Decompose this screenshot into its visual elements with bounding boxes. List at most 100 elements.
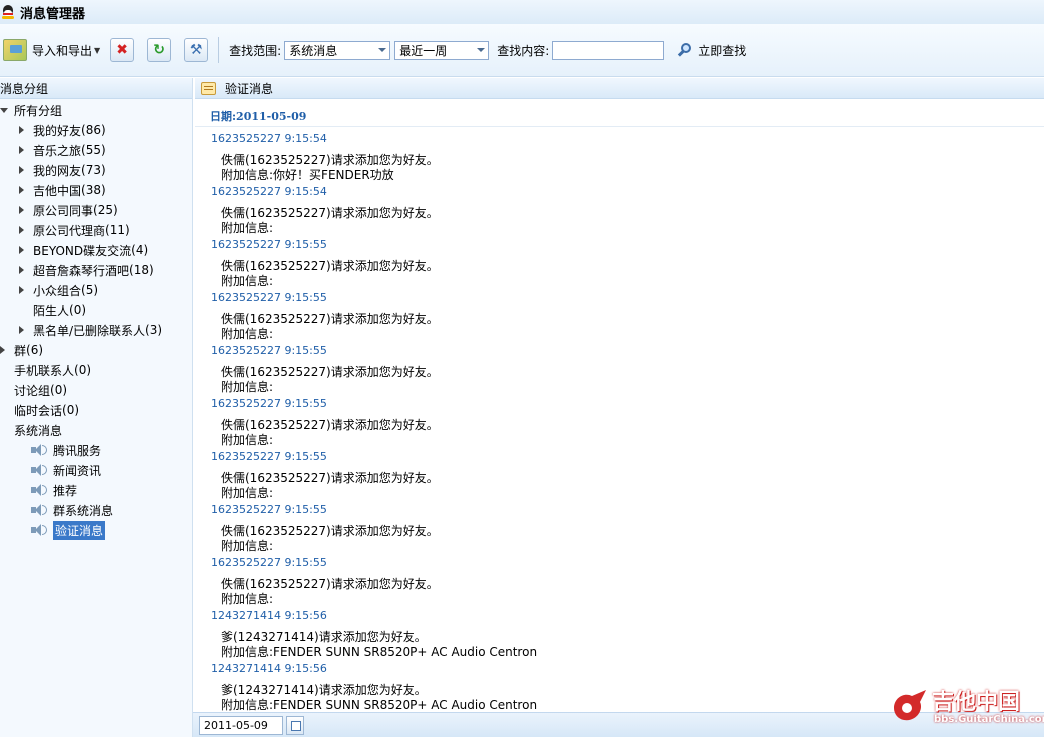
tree-discussion-groups[interactable]: 讨论组 (0) xyxy=(14,380,67,400)
speaker-icon xyxy=(31,523,48,537)
message-header: 1623525227 9:15:54 xyxy=(211,132,327,145)
title-bar: 消息管理器 xyxy=(0,0,1044,24)
window-title: 消息管理器 xyxy=(20,6,86,22)
scope-value: 系统消息 xyxy=(289,43,338,58)
message-header: 1243271414 9:15:56 xyxy=(211,662,327,675)
message-item: 1623525227 9:15:54 佚儒(1623525227)请求添加您为好友… xyxy=(195,180,1044,235)
tree-label: 所有分组 xyxy=(14,103,63,118)
group-label: 音乐之旅 xyxy=(33,143,82,158)
refresh-icon: ↻ xyxy=(153,42,166,58)
group-count: (5) xyxy=(81,283,99,297)
tree-temp-sessions[interactable]: 临时会话 (0) xyxy=(14,400,79,420)
group-item[interactable]: 原公司代理商 (11) xyxy=(19,220,130,240)
tree-system-messages[interactable]: 系统消息 xyxy=(14,420,62,440)
group-label: 我的好友 xyxy=(33,123,82,138)
group-label: 小众组合 xyxy=(33,283,82,298)
group-count: (11) xyxy=(105,223,130,237)
system-item-label: 群系统消息 xyxy=(53,503,114,518)
message-item: 1623525227 9:15:55 佚儒(1623525227)请求添加您为好友… xyxy=(195,551,1044,606)
speaker-icon xyxy=(31,463,48,477)
message-icon xyxy=(201,81,216,95)
delete-button[interactable]: ✖ xyxy=(110,38,135,62)
system-item-recommend[interactable]: 推荐 xyxy=(31,480,77,500)
search-content-input[interactable] xyxy=(552,40,665,60)
expand-arrow-icon xyxy=(19,286,24,294)
group-count: (0) xyxy=(69,303,87,317)
tree-count: (0) xyxy=(62,403,80,417)
group-item[interactable]: 吉他中国 (38) xyxy=(19,180,106,200)
group-item[interactable]: 小众组合 (5) xyxy=(19,280,98,300)
system-item-verification[interactable]: 验证消息 xyxy=(31,520,106,540)
tree-count: (6) xyxy=(26,343,44,357)
system-item-tencent[interactable]: 腾讯服务 xyxy=(31,440,101,460)
tree-groups-item[interactable]: 群 (6) xyxy=(0,340,43,360)
clean-button[interactable]: ⚒ xyxy=(184,38,209,62)
message-extra: 附加信息:FENDER SUNN SR8520P+ AC Audio Centr… xyxy=(221,698,538,712)
group-label: 原公司同事 xyxy=(33,203,94,218)
sidebar: 消息分组 所有分组 我的好友 (86) 音乐之旅 (55) 我的网友 (73) 吉他中… xyxy=(0,78,193,737)
tree-count: (0) xyxy=(74,363,92,377)
group-item[interactable]: 陌生人 (0) xyxy=(33,300,86,320)
message-header: 1623525227 9:15:55 xyxy=(211,344,327,357)
watermark-url: bbs.GuitarChina.com xyxy=(934,714,1044,725)
group-label: 我的网友 xyxy=(33,163,82,178)
group-count: (25) xyxy=(93,203,118,217)
scope-select[interactable]: 系统消息 xyxy=(284,40,391,60)
import-export-icon xyxy=(3,39,27,61)
search-button[interactable]: 立即查找 xyxy=(678,42,746,59)
expand-arrow-icon xyxy=(19,186,24,194)
group-item[interactable]: 音乐之旅 (55) xyxy=(19,140,106,160)
message-item: 1623525227 9:15:55 佚儒(1623525227)请求添加您为好友… xyxy=(195,392,1044,447)
group-count: (86) xyxy=(81,123,106,137)
group-label: 陌生人 xyxy=(33,303,70,318)
message-item: 1623525227 9:15:55 佚儒(1623525227)请求添加您为好友… xyxy=(195,339,1044,394)
guitar-logo-icon xyxy=(894,690,926,721)
calendar-button[interactable] xyxy=(286,715,304,735)
tree-label: 手机联系人 xyxy=(14,363,75,378)
group-item[interactable]: 我的好友 (86) xyxy=(19,120,106,140)
message-header: 1623525227 9:15:55 xyxy=(211,291,327,304)
tree-mobile-contacts[interactable]: 手机联系人 (0) xyxy=(14,360,91,380)
chevron-down-icon xyxy=(378,48,387,52)
group-item[interactable]: 超音詹森琴行酒吧 (18) xyxy=(19,260,154,280)
group-label: 黑名单/已删除联系人 xyxy=(33,323,146,338)
toolbar-divider xyxy=(218,37,220,63)
expand-arrow-icon xyxy=(19,326,24,334)
import-export-button[interactable]: 导入和导出 ▼ xyxy=(3,39,100,61)
watermark: 吉他中国 bbs.GuitarChina.com xyxy=(890,684,1044,732)
scope-label: 查找范围: xyxy=(229,43,282,58)
group-item[interactable]: BEYOND碟友交流 (4) xyxy=(19,240,148,260)
tree-label: 系统消息 xyxy=(14,423,63,438)
watermark-text: 吉他中国 xyxy=(932,690,1021,715)
collapse-arrow-icon xyxy=(0,107,8,113)
refresh-button[interactable]: ↻ xyxy=(147,38,172,62)
tree-label: 讨论组 xyxy=(14,383,51,398)
system-item-news[interactable]: 新闻资讯 xyxy=(31,460,101,480)
group-item[interactable]: 原公司同事 (25) xyxy=(19,200,118,220)
group-item[interactable]: 黑名单/已删除联系人 (3) xyxy=(19,320,162,340)
group-count: (18) xyxy=(129,263,154,277)
group-count: (55) xyxy=(81,143,106,157)
time-range-select[interactable]: 最近一周 xyxy=(394,40,490,60)
group-label: 原公司代理商 xyxy=(33,223,106,238)
qq-penguin-icon xyxy=(2,5,14,19)
speaker-icon xyxy=(31,443,48,457)
group-count: (4) xyxy=(131,243,149,257)
sidebar-header: 消息分组 xyxy=(0,78,192,99)
chevron-down-icon: ▼ xyxy=(94,45,101,55)
expand-arrow-icon xyxy=(19,226,24,234)
message-list[interactable]: 1623525227 9:15:54 佚儒(1623525227)请求添加您为好友… xyxy=(195,127,1044,712)
message-panel-header: 验证消息 xyxy=(195,78,1044,99)
search-label: 立即查找 xyxy=(698,43,747,58)
message-header: 1623525227 9:15:55 xyxy=(211,503,327,516)
tree-label: 群 xyxy=(14,343,27,358)
tree-all-groups[interactable]: 所有分组 xyxy=(0,100,62,120)
group-item[interactable]: 我的网友 (73) xyxy=(19,160,106,180)
expand-arrow-icon xyxy=(19,126,24,134)
tree-count: (0) xyxy=(50,383,68,397)
tree-label: 临时会话 xyxy=(14,403,63,418)
speaker-icon xyxy=(31,503,48,517)
date-field[interactable]: 2011-05-09 xyxy=(199,715,283,735)
expand-arrow-icon xyxy=(19,206,24,214)
system-item-group-system[interactable]: 群系统消息 xyxy=(31,500,113,520)
